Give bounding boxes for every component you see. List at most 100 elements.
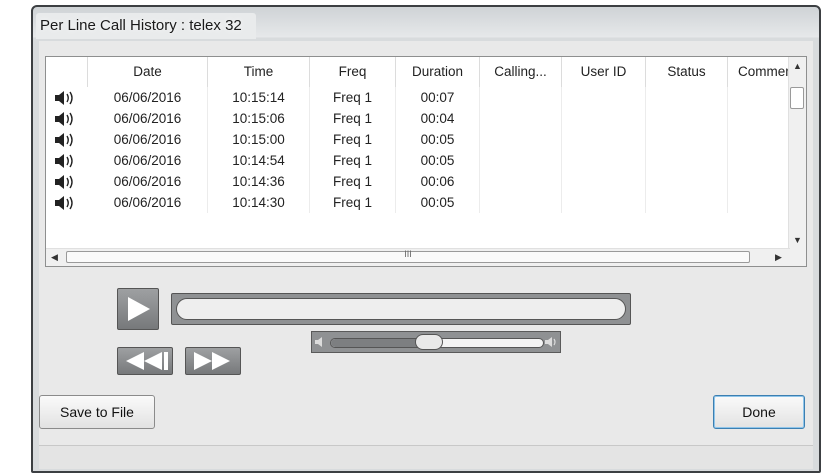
call-history-window: Per Line Call History : telex 32 Date Ti…: [31, 5, 821, 473]
cell-calling: [480, 108, 562, 129]
cell-status: [646, 192, 728, 213]
dialog-client-area: Date Time Freq Duration Calling... User …: [39, 41, 813, 469]
cell-freq: Freq 1: [310, 150, 396, 171]
scroll-up-arrow-icon[interactable]: ▲: [789, 61, 806, 71]
cell-user-id: [562, 150, 646, 171]
column-header-duration[interactable]: Duration: [396, 57, 480, 87]
cell-comment: [728, 108, 790, 129]
cell-duration: 00:05: [396, 129, 480, 150]
cell-freq: Freq 1: [310, 171, 396, 192]
cell-calling: [480, 171, 562, 192]
cell-freq: Freq 1: [310, 129, 396, 150]
cell-comment: [728, 150, 790, 171]
fast-forward-icon: [194, 352, 230, 370]
cell-duration: 00:05: [396, 150, 480, 171]
vertical-scrollbar[interactable]: ▲ ▼: [788, 57, 806, 250]
title-bar[interactable]: Per Line Call History : telex 32: [33, 7, 819, 43]
volume-track[interactable]: [330, 334, 544, 350]
cell-status: [646, 87, 728, 108]
cell-comment: [728, 87, 790, 108]
cell-status: [646, 150, 728, 171]
cell-time: 10:15:00: [208, 129, 310, 150]
cell-date: 06/06/2016: [88, 192, 208, 213]
table-row[interactable]: 06/06/2016 10:14:36 Freq 1 00:06: [46, 171, 790, 192]
table-row[interactable]: 06/06/2016 10:15:14 Freq 1 00:07: [46, 87, 790, 108]
cell-time: 10:14:54: [208, 150, 310, 171]
save-to-file-button[interactable]: Save to File: [39, 395, 155, 429]
window-title: Per Line Call History : telex 32: [36, 13, 256, 39]
progress-track: [176, 298, 626, 320]
column-header-user-id[interactable]: User ID: [562, 57, 646, 87]
rewind-button[interactable]: [117, 347, 173, 375]
cell-user-id: [562, 129, 646, 150]
done-button[interactable]: Done: [713, 395, 805, 429]
speaker-icon[interactable]: [54, 132, 76, 148]
table-header: Date Time Freq Duration Calling... User …: [46, 57, 797, 87]
cell-calling: [480, 192, 562, 213]
cell-freq: Freq 1: [310, 108, 396, 129]
column-header-status[interactable]: Status: [646, 57, 728, 87]
scroll-left-arrow-icon[interactable]: ◀: [46, 252, 63, 263]
cell-date: 06/06/2016: [88, 150, 208, 171]
cell-comment: [728, 192, 790, 213]
scroll-down-arrow-icon[interactable]: ▼: [789, 235, 806, 245]
volume-knob[interactable]: [415, 334, 443, 350]
volume-slider[interactable]: [311, 331, 561, 353]
cell-comment: [728, 171, 790, 192]
rewind-icon: [126, 352, 168, 370]
cell-status: [646, 129, 728, 150]
cell-calling: [480, 129, 562, 150]
column-header-calling[interactable]: Calling...: [480, 57, 562, 87]
column-header-date[interactable]: Date: [88, 57, 208, 87]
cell-date: 06/06/2016: [88, 129, 208, 150]
cell-date: 06/06/2016: [88, 87, 208, 108]
cell-duration: 00:04: [396, 108, 480, 129]
cell-time: 10:15:06: [208, 108, 310, 129]
table-row[interactable]: 06/06/2016 10:15:06 Freq 1 00:04: [46, 108, 790, 129]
scrollbar-corner: [789, 249, 806, 266]
cell-comment: [728, 129, 790, 150]
table-row[interactable]: 06/06/2016 10:14:30 Freq 1 00:05: [46, 192, 790, 213]
speaker-icon[interactable]: [54, 153, 76, 169]
cell-calling: [480, 150, 562, 171]
speaker-icon[interactable]: [54, 174, 76, 190]
play-button[interactable]: [117, 288, 159, 330]
cell-date: 06/06/2016: [88, 108, 208, 129]
column-header-freq[interactable]: Freq: [310, 57, 396, 87]
cell-user-id: [562, 192, 646, 213]
cell-time: 10:14:36: [208, 171, 310, 192]
scroll-right-arrow-icon[interactable]: ▶: [770, 252, 787, 263]
scroll-grip: III: [404, 249, 412, 259]
cell-time: 10:14:30: [208, 192, 310, 213]
cell-user-id: [562, 87, 646, 108]
cell-duration: 00:05: [396, 192, 480, 213]
vertical-scroll-thumb[interactable]: [790, 87, 804, 109]
fast-forward-button[interactable]: [185, 347, 241, 375]
cell-user-id: [562, 171, 646, 192]
status-bar: [39, 445, 813, 469]
volume-low-icon: [315, 337, 322, 347]
speaker-icon[interactable]: [54, 111, 76, 127]
cell-time: 10:15:14: [208, 87, 310, 108]
play-icon: [128, 297, 150, 321]
table-row[interactable]: 06/06/2016 10:15:00 Freq 1 00:05: [46, 129, 790, 150]
speaker-icon[interactable]: [54, 90, 76, 106]
cell-calling: [480, 87, 562, 108]
playback-progress-bar[interactable]: [171, 293, 631, 325]
call-history-table[interactable]: Date Time Freq Duration Calling... User …: [45, 56, 807, 267]
cell-status: [646, 171, 728, 192]
column-header-time[interactable]: Time: [208, 57, 310, 87]
horizontal-scroll-thumb[interactable]: III: [66, 249, 750, 263]
horizontal-scrollbar[interactable]: ◀ III ▶: [46, 248, 790, 266]
speaker-icon[interactable]: [54, 195, 76, 211]
header-icon-column: [46, 57, 88, 87]
cell-user-id: [562, 108, 646, 129]
volume-high-icon: [545, 337, 556, 347]
table-row[interactable]: 06/06/2016 10:14:54 Freq 1 00:05: [46, 150, 790, 171]
cell-duration: 00:06: [396, 171, 480, 192]
cell-duration: 00:07: [396, 87, 480, 108]
cell-freq: Freq 1: [310, 192, 396, 213]
cell-freq: Freq 1: [310, 87, 396, 108]
cell-status: [646, 108, 728, 129]
cell-date: 06/06/2016: [88, 171, 208, 192]
